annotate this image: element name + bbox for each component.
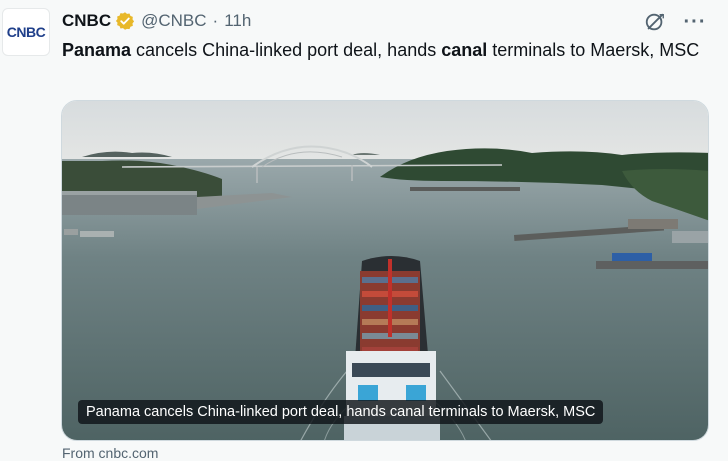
grok-icon[interactable] — [642, 9, 668, 35]
media-caption: Panama cancels China-linked port deal, h… — [78, 400, 604, 424]
avatar-logo-text: CNBC — [6, 24, 46, 40]
tweet-text-part: canal — [441, 40, 488, 60]
more-icon[interactable]: ··· — [682, 9, 708, 35]
header-separator: · — [212, 11, 219, 30]
author-name[interactable]: CNBC — [62, 11, 111, 31]
avatar[interactable]: CNBC — [2, 8, 50, 56]
tweet-actions: ··· — [642, 9, 708, 35]
tweet-media-photo[interactable]: Panama cancels China-linked port deal, h… — [61, 100, 709, 441]
tweet-timestamp[interactable]: 11h — [224, 11, 251, 31]
harbor-photo — [62, 101, 708, 440]
link-source-label[interactable]: From cnbc.com — [62, 445, 158, 461]
tweet-header: CNBC @CNBC · 11h — [62, 9, 251, 33]
tweet-text-part: terminals to Maersk, MSC — [487, 40, 700, 60]
tweet-text-part: cancels China-linked port deal, hands — [131, 40, 442, 60]
verified-badge-icon[interactable] — [115, 11, 135, 31]
tweet-text-part: Panama — [62, 40, 132, 60]
tweet-text: Panama cancels China-linked port deal, h… — [62, 38, 712, 62]
author-handle[interactable]: @CNBC — [141, 11, 206, 31]
